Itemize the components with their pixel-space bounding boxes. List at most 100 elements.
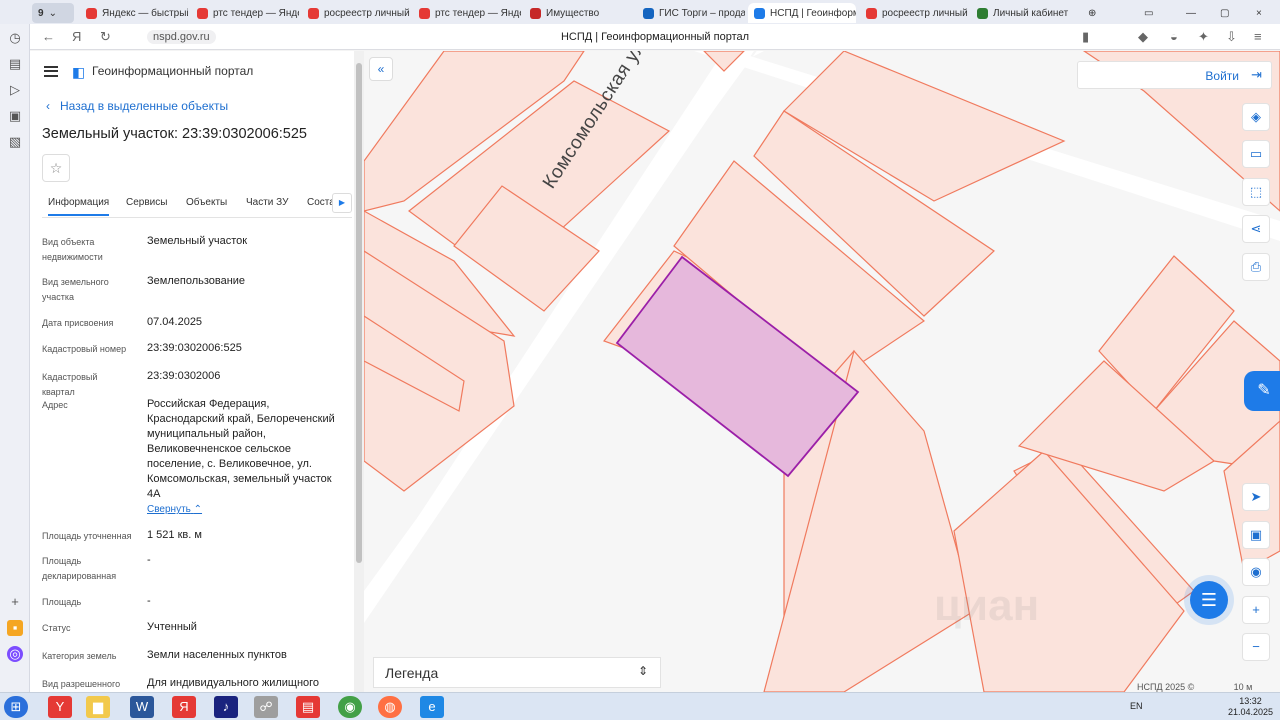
legend-dropdown[interactable]: Легенда ⇕	[373, 657, 661, 688]
tab-information[interactable]: Информация	[48, 197, 110, 216]
tab-nspd[interactable]: НСПД | Геоинформ×	[748, 3, 856, 23]
value-assign-date: 07.04.2025	[147, 316, 203, 328]
collapse-panel-icon[interactable]: «	[369, 57, 393, 81]
parcel[interactable]	[953, 450, 1185, 692]
label-cadastral-number: Кадастровый номер	[42, 344, 127, 354]
print-icon[interactable]: ⎙	[1242, 253, 1270, 281]
gift-icon[interactable]: ▪	[7, 620, 23, 636]
extensions-icon[interactable]: ✦	[1198, 29, 1209, 45]
value-area-declared: -	[147, 554, 151, 566]
tabs-next-icon[interactable]: ▶	[332, 193, 352, 213]
bookmark-icon[interactable]: ▮	[1082, 29, 1089, 45]
tab-objects[interactable]: Объекты	[186, 197, 227, 208]
nspd-icon	[754, 7, 765, 19]
yandex-icon	[197, 7, 208, 19]
download-icon[interactable]: ⇩	[1226, 29, 1237, 45]
new-tab-icon[interactable]: ⊕	[1082, 3, 1102, 23]
hamburger-icon[interactable]	[44, 65, 58, 77]
object-info-panel: ◧ Геоинформационный портал ‹ Назад в выд…	[30, 51, 364, 692]
label-land-category: Категория земель	[42, 651, 117, 661]
cards-icon[interactable]: ▧	[7, 134, 23, 150]
tab-services[interactable]: Сервисы	[126, 197, 167, 208]
back-to-selected-link[interactable]: ‹ Назад в выделенные объекты	[46, 99, 228, 113]
network-app-icon[interactable]: ☍	[254, 696, 278, 718]
maximize-icon[interactable]: ▢	[1214, 3, 1230, 23]
folder-icon[interactable]: ▆	[86, 696, 110, 718]
feedback-icon[interactable]: ✎	[1244, 371, 1280, 411]
tab-personal-cabinet[interactable]: Личный кабинет	[971, 3, 1079, 23]
chat-icon[interactable]: ☰	[1190, 581, 1228, 619]
scroll-thumb[interactable]	[356, 63, 362, 563]
media-icon[interactable]: ▷	[7, 82, 23, 98]
taskbar: ⊞ Y ▆ W Я ♪ ☍ ▤ ◉ ◍ e EN 13:32 21.04.202…	[0, 692, 1280, 720]
start-icon[interactable]: ⊞	[4, 696, 28, 718]
select-area-icon[interactable]: ⬚	[1242, 178, 1270, 206]
collections-icon[interactable]: ▤	[7, 56, 23, 72]
map-canvas[interactable]: Комсомольская улица циан « Войти ⇥ ◈ ▭ ⬚…	[364, 51, 1280, 692]
label-status: Статус	[42, 623, 71, 633]
add-panel-icon[interactable]: +	[7, 594, 23, 610]
yandex-icon-taskbar[interactable]: Я	[172, 696, 196, 718]
address-bar: ← Я ↻ nspd.gov.ru НСПД | Геоинформационн…	[30, 24, 1280, 50]
tab-rts-1[interactable]: ртс тендер — Яндекс	[191, 3, 299, 23]
copyright: НСПД 2025 ©	[1137, 682, 1195, 692]
history-icon[interactable]: ◷	[7, 30, 23, 46]
panel-scrollbar[interactable]	[354, 51, 364, 692]
map-layer[interactable]	[364, 51, 1280, 692]
object-tabs: Информация Сервисы Объекты Части ЗУ Сост…	[42, 192, 352, 218]
chrome-icon[interactable]: ◉	[338, 696, 362, 718]
tab-rts-2[interactable]: ртс тендер — Яндекс	[413, 3, 521, 23]
tab-rosreestr-1[interactable]: росреестр личный к	[302, 3, 410, 23]
app-icon-taskbar[interactable]: ♪	[214, 696, 238, 718]
extension-icon-2[interactable]: ◒	[1170, 29, 1178, 44]
favorite-star-icon[interactable]: ☆	[42, 154, 70, 182]
label-area-refined: Площадь уточненная	[42, 531, 132, 541]
tab-yandex[interactable]: Яндекс — быстрый	[80, 3, 188, 23]
label-parcel-type: Вид земельного участка	[42, 277, 109, 302]
login-button[interactable]: Войти ⇥	[1077, 61, 1272, 89]
chevron-up-icon: ⌃	[193, 504, 203, 515]
yandex-icon	[86, 7, 97, 19]
value-area-refined: 1 521 кв. м	[147, 529, 202, 541]
label-area: Площадь	[42, 597, 82, 607]
minimize-icon[interactable]: —	[1180, 3, 1196, 23]
extension-icon[interactable]: ◆	[1138, 29, 1148, 45]
locate-icon[interactable]: ➤	[1242, 483, 1270, 511]
minimap-icon[interactable]: ▣	[1242, 521, 1270, 549]
firefox-icon[interactable]: ◍	[378, 696, 402, 718]
word-icon[interactable]: W	[130, 696, 154, 718]
tabs-menu-icon[interactable]: ▭	[1138, 3, 1154, 23]
pdf-icon[interactable]: ▤	[296, 696, 320, 718]
panel-header: ◧ Геоинформационный портал	[30, 51, 364, 91]
collapse-link[interactable]: Свернуть ⌃	[147, 504, 202, 515]
label-area-declared: Площадь декларированная	[42, 556, 117, 581]
tab-imushchestvo[interactable]: Имущество	[524, 3, 632, 23]
tab-parts[interactable]: Части ЗУ	[246, 197, 288, 208]
value-permitted-use: Для индивидуального жилищного	[147, 677, 320, 689]
app-icon[interactable]: ▣	[7, 108, 23, 124]
language-indicator[interactable]: EN	[1130, 701, 1143, 711]
rts-icon	[530, 7, 541, 19]
expand-icon: ⇕	[637, 664, 648, 678]
geo-search-icon[interactable]: ◉	[1242, 558, 1270, 586]
value-cadastral-number[interactable]: 23:39:0302006:525	[147, 341, 347, 356]
clock[interactable]: 13:32 21.04.2025	[1228, 696, 1273, 718]
tab-counter[interactable]: 9 ⌄	[32, 3, 74, 23]
zoom-out-icon[interactable]: −	[1242, 633, 1270, 661]
ie-icon[interactable]: e	[420, 696, 444, 718]
browser-sidebar: ☻ ◷ ▤ ▷ ▣ ▧ + ▪ ◎	[0, 0, 30, 695]
yandex-browser-icon[interactable]: Y	[48, 696, 72, 718]
value-cadastral-quarter[interactable]: 23:39:0302006	[147, 369, 347, 384]
ruler-icon[interactable]: ▭	[1242, 140, 1270, 168]
tab-rosreestr-2[interactable]: росреестр личный к	[860, 3, 968, 23]
layers-icon[interactable]: ◈	[1242, 103, 1270, 131]
tab-composition[interactable]: Соста	[307, 197, 335, 208]
menu-icon[interactable]: ≡	[1254, 29, 1262, 44]
share-icon[interactable]: ⋖	[1242, 215, 1270, 243]
tab-gis-torgi[interactable]: ГИС Торги – продаж	[637, 3, 745, 23]
value-status: Учтенный	[147, 621, 197, 633]
alice-icon[interactable]: ◎	[7, 646, 23, 662]
zoom-in-icon[interactable]: +	[1242, 596, 1270, 624]
close-window-icon[interactable]: ×	[1250, 3, 1266, 23]
tab-strip: 9⌄ Яндекс — быстрый ртс тендер — Яндекс …	[0, 0, 1280, 24]
